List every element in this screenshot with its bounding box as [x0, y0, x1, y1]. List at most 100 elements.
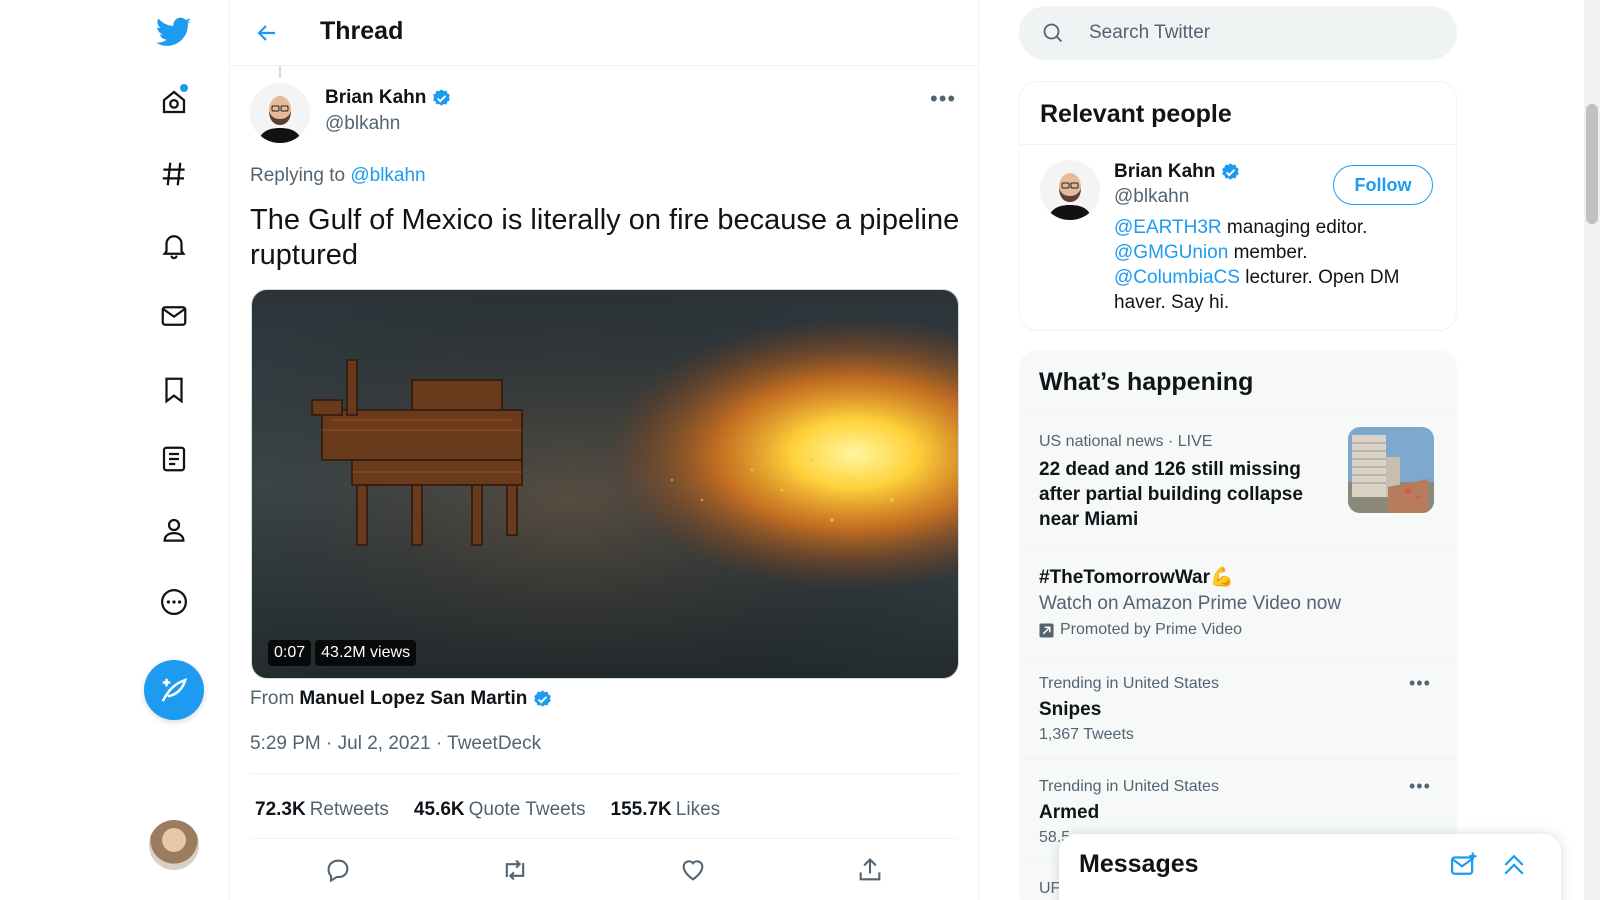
author-avatar[interactable] [250, 83, 310, 143]
whats-happening-title: What’s happening [1039, 368, 1254, 396]
retweets-count: 72.3K [255, 799, 306, 820]
author-handle[interactable]: @blkahn [325, 113, 400, 135]
promoted-trend-subtitle: Watch on Amazon Prime Video now [1039, 593, 1342, 614]
divider [1019, 412, 1457, 413]
from-prefix: From [250, 688, 295, 709]
search-input[interactable] [1089, 18, 1439, 48]
trend-title: Snipes [1039, 699, 1102, 720]
verified-badge-icon [433, 88, 451, 106]
relevant-people-card: Relevant people Brian Kahn @blkahn Follo… [1019, 81, 1457, 331]
likes-count: 155.7K [610, 799, 672, 820]
twitter-logo-icon[interactable] [152, 10, 196, 54]
likes-label: Likes [675, 799, 721, 820]
tweet-text: The Gulf of Mexico is literally on fire … [250, 204, 960, 271]
thread-connector-line [279, 66, 281, 78]
promoted-trend-title: #TheTomorrowWar💪 [1039, 567, 1234, 588]
trend-meta: Trending in United States [1039, 675, 1219, 692]
explore-hashtag-icon[interactable] [152, 152, 196, 196]
quote-tweets-label: Quote Tweets [468, 799, 586, 820]
replying-prefix: Replying to [250, 165, 351, 186]
profile-icon[interactable] [152, 508, 196, 552]
trend-meta: UF [1039, 880, 1061, 897]
verified-badge-icon [534, 689, 552, 707]
notifications-bell-icon[interactable] [152, 223, 196, 267]
divider [1019, 546, 1457, 547]
trend-count: 1,367 Tweets [1039, 726, 1134, 743]
likes-stat[interactable]: 155.7K Likes [611, 799, 721, 821]
trend-more-options-icon[interactable]: ••• [1409, 776, 1431, 797]
page-title: Thread [320, 17, 404, 45]
quote-tweets-stat[interactable]: 45.6K Quote Tweets [414, 799, 586, 821]
replying-to-mention-link[interactable]: @blkahn [350, 165, 425, 186]
messages-mail-icon[interactable] [152, 294, 196, 338]
divider [250, 773, 958, 774]
media-source-name-link[interactable]: Manuel Lopez San Martin [299, 688, 527, 710]
promoted-text: Promoted by Prime Video [1060, 621, 1243, 638]
video-player[interactable]: 0:07 43.2M views [251, 289, 959, 679]
divider [1019, 759, 1457, 760]
verified-badge-icon [1222, 162, 1240, 180]
scrollbar-thumb[interactable] [1586, 104, 1598, 224]
author-name-text: Brian Kahn [325, 87, 427, 108]
lists-icon[interactable] [152, 437, 196, 481]
news-thumbnail-image [1348, 427, 1434, 513]
divider [250, 838, 958, 839]
home-icon[interactable] [152, 80, 196, 124]
account-avatar[interactable] [149, 820, 199, 870]
compose-feather-icon [161, 678, 188, 702]
video-views: 43.2M views [315, 640, 417, 666]
divider [1020, 144, 1456, 145]
whats-happening-card: What’s happening US national news · LIVE… [1019, 350, 1457, 900]
share-icon[interactable] [850, 850, 890, 890]
tweet-more-options-icon[interactable]: ••• [930, 86, 956, 112]
back-button[interactable] [248, 14, 286, 52]
reply-icon[interactable] [318, 850, 358, 890]
search-icon [1043, 23, 1063, 43]
messages-title: Messages [1079, 850, 1199, 878]
relevant-person-handle[interactable]: @blkahn [1114, 186, 1189, 208]
video-badge: 0:07 43.2M views [268, 640, 417, 666]
new-message-icon[interactable] [1449, 850, 1479, 885]
tweet-stats: 72.3K Retweets 45.6K Quote Tweets 155.7K Li… [255, 799, 720, 821]
trend-more-options-icon[interactable]: ••• [1409, 673, 1431, 694]
left-nav [0, 0, 230, 900]
promoted-label: Promoted by Prime Video [1039, 621, 1242, 639]
trend-title: Armed [1039, 802, 1100, 823]
bio-mention-link[interactable]: @ColumbiaCS [1114, 267, 1240, 288]
relevant-people-title: Relevant people [1040, 100, 1232, 128]
more-menu-icon[interactable] [152, 580, 196, 624]
bio-mention-link[interactable]: @EARTH3R [1114, 217, 1222, 238]
relevant-person-bio: @EARTH3R managing editor. @GMGUnion memb… [1114, 215, 1444, 315]
back-arrow-icon [257, 25, 275, 41]
promoted-icon [1039, 622, 1054, 638]
trend-meta: Trending in United States [1039, 778, 1219, 795]
relevant-person-name[interactable]: Brian Kahn [1114, 161, 1241, 183]
page-scrollbar[interactable] [1584, 0, 1600, 900]
bio-text: managing editor. [1221, 217, 1368, 238]
divider [1019, 657, 1457, 658]
thread-column: Thread Brian Kahn @blkahn ••• Replying t… [230, 0, 979, 900]
relevant-person-name-text: Brian Kahn [1114, 161, 1216, 182]
compose-tweet-button[interactable] [144, 660, 204, 720]
search-bar[interactable] [1019, 6, 1457, 60]
thread-header: Thread [230, 0, 978, 66]
retweets-stat[interactable]: 72.3K Retweets [255, 799, 389, 821]
bio-text: member. [1228, 242, 1308, 263]
follow-button[interactable]: Follow [1333, 165, 1433, 205]
bookmarks-icon[interactable] [152, 368, 196, 412]
retweets-label: Retweets [309, 799, 389, 820]
relevant-person-avatar[interactable] [1040, 160, 1100, 220]
notification-dot [180, 84, 188, 92]
tweet-timestamp[interactable]: 5:29 PM · Jul 2, 2021 · TweetDeck [250, 733, 541, 755]
messages-drawer[interactable]: Messages [1059, 834, 1561, 900]
bio-mention-link[interactable]: @GMGUnion [1114, 242, 1228, 263]
expand-chevron-up-icon[interactable] [1499, 850, 1529, 885]
news-meta: US national news · LIVE [1039, 433, 1213, 450]
retweet-icon[interactable] [495, 850, 535, 890]
quote-tweets-count: 45.6K [413, 799, 465, 820]
media-source-line: From Manuel Lopez San Martin [250, 688, 553, 710]
tweet-actions [250, 850, 958, 890]
like-heart-icon[interactable] [673, 850, 713, 890]
video-duration: 0:07 [268, 640, 312, 666]
author-name[interactable]: Brian Kahn [325, 87, 452, 109]
